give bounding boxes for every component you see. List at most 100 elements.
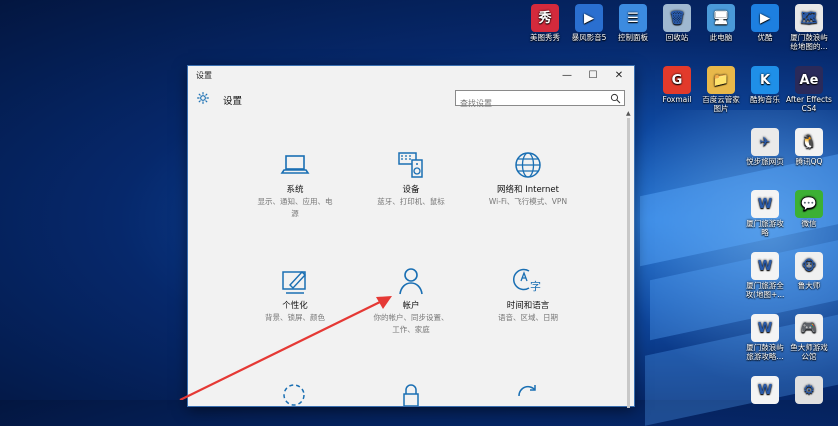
laptop-icon xyxy=(280,155,310,174)
tile-name: 系统 xyxy=(286,185,304,195)
app-icon: ☰ xyxy=(619,4,647,32)
close-button[interactable]: ✕ xyxy=(606,66,632,84)
tile-desc: 背景、锁屏、颜色 xyxy=(265,313,325,322)
svg-text:字: 字 xyxy=(530,279,541,293)
page-title: 设置 xyxy=(223,96,243,107)
desktop-icon-label: 腾讯QQ xyxy=(795,157,823,166)
desktop-icon[interactable]: 🐧 腾讯QQ xyxy=(786,128,832,166)
desktop-icon-label: 酷狗音乐 xyxy=(750,95,780,104)
time-language-icon: 字 xyxy=(513,268,541,293)
tile-personalization[interactable]: 个性化 背景、锁屏、颜色 xyxy=(235,266,355,323)
desktop-icon[interactable]: W 厦门鼓浪屿 旅游攻略... xyxy=(742,314,788,361)
devices-icon xyxy=(398,152,423,178)
app-icon: 🗺 xyxy=(795,4,823,32)
tile-system[interactable]: 系统 显示、通知、应用、电 源 xyxy=(235,150,355,219)
desktop-icon[interactable]: G Foxmail xyxy=(654,66,700,104)
tile-name: 网络和 Internet xyxy=(497,185,559,195)
desktop-icon[interactable]: ▶ 暴风影音5 xyxy=(566,4,612,42)
desktop-icon[interactable]: ✈ 悦步旅网页 xyxy=(742,128,788,166)
desktop-icon[interactable]: 💬 微信 xyxy=(786,190,832,228)
app-icon: W xyxy=(751,314,779,342)
tile-desc: 工作、家庭 xyxy=(392,325,430,334)
desktop-icon-label: 厦门旅游全 攻(地图+... xyxy=(745,281,785,299)
desktop-icon[interactable]: ⚙ xyxy=(786,376,832,405)
tile-desc: 显示、通知、应用、电 xyxy=(257,197,333,206)
desktop-icon[interactable]: Ae After Effects CS4 xyxy=(786,66,832,113)
app-icon: 📁 xyxy=(707,66,735,94)
desktop-icon-label: 暴风影音5 xyxy=(571,33,607,42)
tile-desc: 语音、区域、日期 xyxy=(498,313,558,322)
app-icon: 🗑 xyxy=(663,4,691,32)
desktop-icon[interactable]: 🗺 厦门鼓浪屿 绘地图的... xyxy=(786,4,832,51)
desktop-icon-label: 美图秀秀 xyxy=(530,33,560,42)
maximize-button[interactable]: ☐ xyxy=(580,66,606,84)
app-icon: ✈ xyxy=(751,128,779,156)
desktop-icon[interactable]: K 酷狗音乐 xyxy=(742,66,788,104)
desktop-icon-label: 厦门旅游攻 略 xyxy=(746,219,784,237)
desktop-icon[interactable]: ▶ 优酷 xyxy=(742,4,788,42)
desktop-icon[interactable]: ☰ 控制面板 xyxy=(610,4,656,42)
paint-icon xyxy=(282,270,306,294)
app-icon: W xyxy=(751,190,779,218)
app-icon: ▶ xyxy=(575,4,603,32)
app-icon: ▶ xyxy=(751,4,779,32)
app-icon: 🐧 xyxy=(795,128,823,156)
desktop-icon[interactable]: W 厦门旅游全 攻(地图+... xyxy=(742,252,788,299)
tile-name: 设备 xyxy=(402,185,420,195)
gear-icon xyxy=(197,92,209,104)
app-icon: K xyxy=(751,66,779,94)
app-icon: 秀 xyxy=(531,4,559,32)
tile-desc: 蓝牙、打印机、鼠标 xyxy=(377,197,445,206)
settings-window: 设置 — ☐ ✕ 设置 ▲ 系统 显示、通知、应用、电 源 xyxy=(188,66,634,408)
tile-name: 时间和语言 xyxy=(506,301,550,311)
tile-accounts[interactable]: 帐户 你的帐户、同步设置、 工作、家庭 xyxy=(351,266,471,335)
desktop-icon-label: 控制面板 xyxy=(618,33,648,42)
desktop-icon-label: 微信 xyxy=(801,219,817,228)
scrollbar[interactable]: ▲ xyxy=(625,110,632,408)
desktop-icon-label: 百度云管家 图片 xyxy=(702,95,740,113)
tile-network[interactable]: 网络和 Internet Wi-Fi、飞行模式、VPN xyxy=(468,150,588,207)
app-icon: 🎮 xyxy=(795,314,823,342)
tile-name: 帐户 xyxy=(402,301,420,311)
user-icon xyxy=(399,268,423,295)
desktop-icon-label: 回收站 xyxy=(665,33,689,42)
search-box[interactable] xyxy=(455,90,625,111)
update-icon[interactable] xyxy=(513,382,543,406)
desktop-icon-label: 鲁大师 xyxy=(797,281,821,290)
desktop-icon[interactable]: W xyxy=(742,376,788,405)
tile-time-language[interactable]: 字 时间和语言 语音、区域、日期 xyxy=(468,266,588,323)
desktop-icon[interactable]: 📁 百度云管家 图片 xyxy=(698,66,744,113)
scroll-up-icon[interactable]: ▲ xyxy=(626,110,631,117)
app-icon: Ae xyxy=(795,66,823,94)
desktop-icon-label: 鱼大师游戏 公馆 xyxy=(790,343,828,361)
app-icon: 💬 xyxy=(795,190,823,218)
title-bar[interactable]: 设置 — ☐ ✕ xyxy=(188,66,634,84)
desktop-icon[interactable]: 🗑 回收站 xyxy=(654,4,700,42)
tile-name: 个性化 xyxy=(282,301,308,311)
desktop-icon-label: Foxmail xyxy=(662,95,692,104)
desktop-icon-label: After Effects CS4 xyxy=(786,95,832,113)
app-icon: G xyxy=(663,66,691,94)
desktop-icon[interactable]: 🐵 鲁大师 xyxy=(786,252,832,290)
search-input[interactable] xyxy=(456,96,600,111)
desktop-icon[interactable]: 秀美图秀秀 xyxy=(522,4,568,42)
tile-devices[interactable]: 设备 蓝牙、打印机、鼠标 xyxy=(351,150,471,207)
scrollbar-thumb[interactable] xyxy=(627,118,630,408)
app-icon: W xyxy=(751,252,779,280)
ease-of-access-icon[interactable] xyxy=(279,382,309,406)
tile-desc: 你的帐户、同步设置、 xyxy=(373,313,449,322)
search-icon[interactable] xyxy=(610,93,621,104)
minimize-button[interactable]: — xyxy=(554,66,580,84)
desktop-icon[interactable]: 🎮 鱼大师游戏 公馆 xyxy=(786,314,832,361)
desktop-icon-label: 厦门鼓浪屿 绘地图的... xyxy=(790,33,828,51)
desktop-icon[interactable]: W 厦门旅游攻 略 xyxy=(742,190,788,237)
desktop-icon-label: 优酷 xyxy=(757,33,773,42)
tile-desc: 源 xyxy=(291,209,299,218)
desktop-icon-label: 此电脑 xyxy=(709,33,733,42)
app-icon: 🖥 xyxy=(707,4,735,32)
globe-icon xyxy=(515,152,541,178)
app-icon: 🐵 xyxy=(795,252,823,280)
desktop-icon[interactable]: 🖥 此电脑 xyxy=(698,4,744,42)
privacy-lock-icon[interactable] xyxy=(396,382,426,406)
desktop-icon-label: 悦步旅网页 xyxy=(746,157,784,166)
